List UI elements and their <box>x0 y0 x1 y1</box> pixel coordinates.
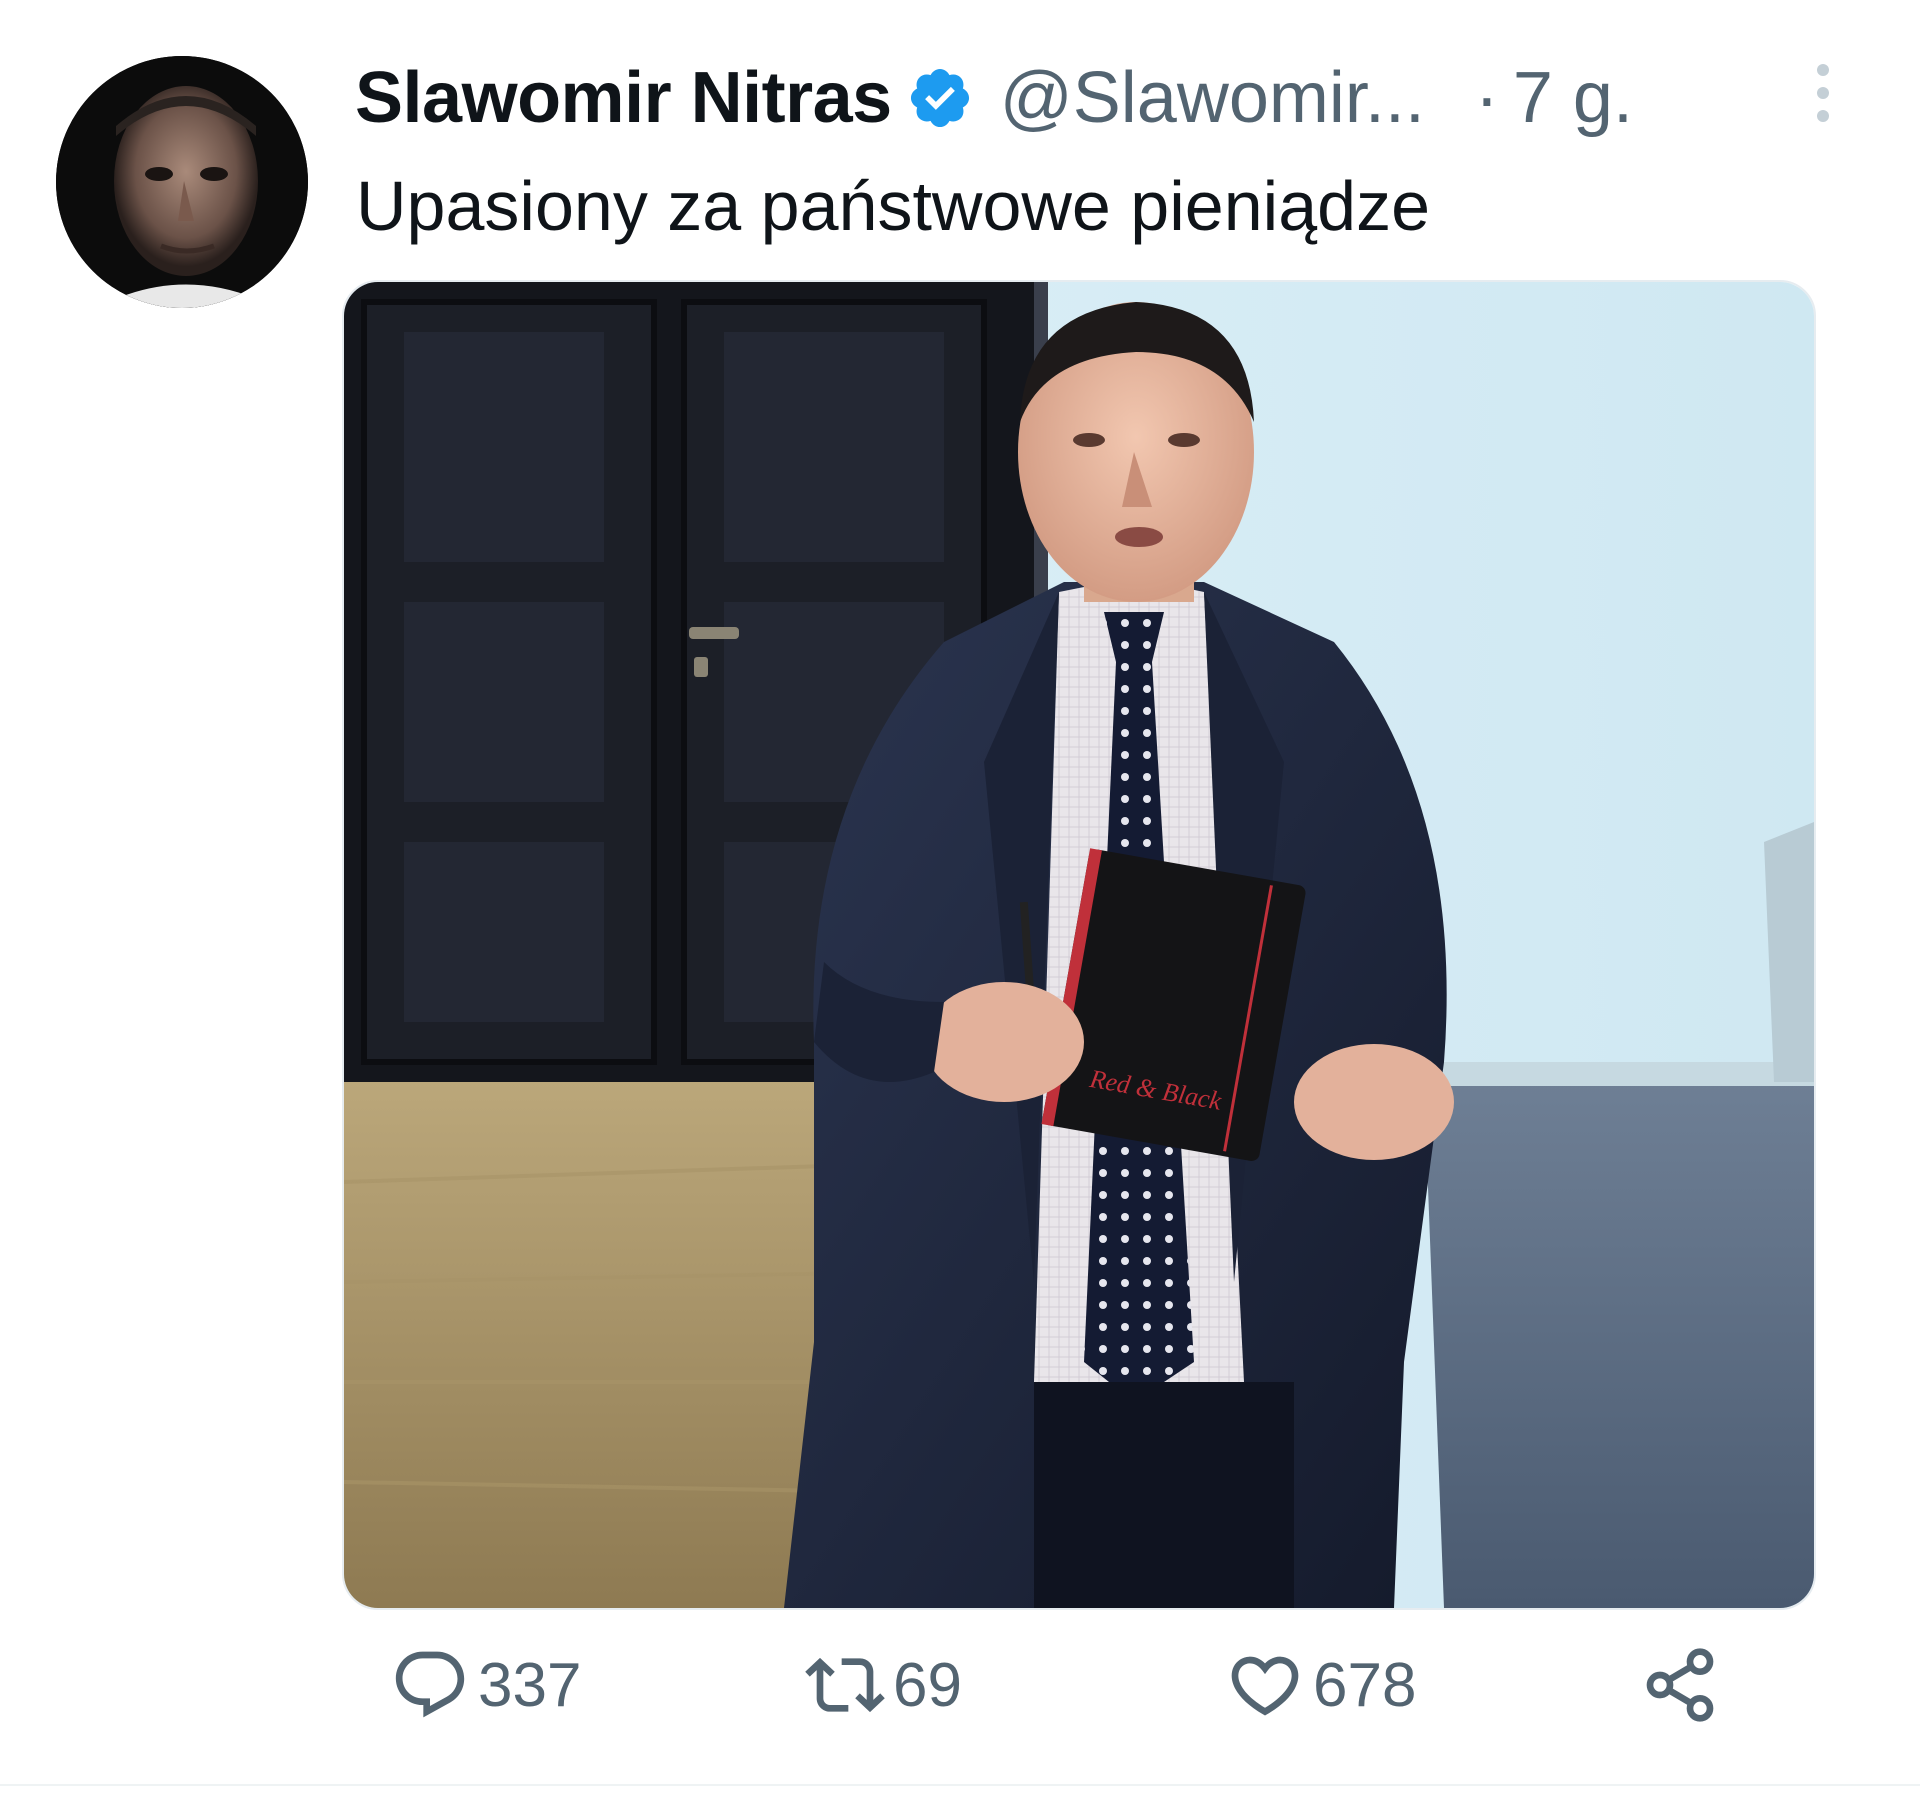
share-button[interactable] <box>1640 1640 1720 1730</box>
timestamp[interactable]: 7 g. <box>1513 57 1633 139</box>
action-bar: 337 69 678 <box>0 1640 1920 1730</box>
author-handle[interactable]: @Slawomir... <box>1000 57 1425 139</box>
tweet-header: Slawomir Nitras @Slawomir... · 7 g. <box>355 58 1855 138</box>
tweet-divider <box>0 1784 1920 1786</box>
reply-icon <box>390 1645 470 1725</box>
display-name[interactable]: Slawomir Nitras <box>355 57 892 139</box>
reply-count: 337 <box>478 1650 582 1720</box>
more-options-icon[interactable] <box>1808 60 1838 130</box>
retweet-icon <box>805 1645 885 1725</box>
like-button[interactable]: 678 <box>1225 1640 1416 1730</box>
avatar[interactable] <box>56 56 308 308</box>
heart-icon <box>1225 1645 1305 1725</box>
retweet-count: 69 <box>893 1650 962 1720</box>
retweet-button[interactable]: 69 <box>805 1640 962 1730</box>
tweet-photo[interactable]: Red & Black <box>342 280 1816 1610</box>
like-count: 678 <box>1313 1650 1417 1720</box>
reply-button[interactable]: 337 <box>390 1640 581 1730</box>
share-icon <box>1640 1645 1720 1725</box>
verified-badge-icon <box>906 64 974 132</box>
tweet[interactable]: Slawomir Nitras @Slawomir... · 7 g. Upas… <box>0 0 1920 1790</box>
separator-dot: · <box>1474 58 1499 138</box>
tweet-text: Upasiony za państwowe pieniądze <box>356 167 1430 245</box>
